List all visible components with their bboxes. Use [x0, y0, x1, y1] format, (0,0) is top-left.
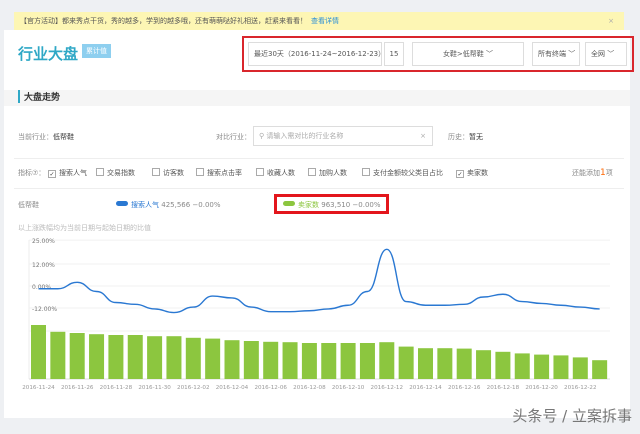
bar [534, 354, 550, 379]
bar [31, 325, 46, 379]
bar [301, 343, 317, 379]
bar [592, 360, 608, 379]
x-tick-label: 2016-11-28 [100, 385, 133, 391]
x-tick-label: 2016-11-26 [61, 385, 94, 391]
bar [89, 334, 105, 379]
search-popularity-line [38, 248, 600, 314]
bar [282, 342, 298, 379]
x-tick-label: 2016-12-20 [525, 385, 558, 391]
x-tick-label: 2016-12-02 [177, 385, 210, 391]
x-tick-label: 2016-11-30 [138, 385, 171, 391]
y-tick-label: 12.00% [32, 262, 55, 269]
bar [553, 355, 569, 379]
x-tick-label: 2016-12-10 [332, 385, 365, 391]
x-tick-label: 2016-12-22 [564, 385, 597, 391]
x-tick-label: 2016-12-04 [216, 385, 249, 391]
bar [166, 336, 182, 379]
bar [321, 343, 337, 379]
y-tick-label: 25.00% [32, 238, 55, 245]
y-tick-label: 0.00% [32, 284, 51, 291]
bar [437, 348, 453, 379]
x-tick-label: 2016-12-16 [448, 385, 481, 391]
bar [127, 335, 143, 379]
bar [340, 343, 356, 379]
bar [456, 348, 472, 379]
bar [398, 346, 414, 379]
bar [359, 343, 375, 379]
bar [418, 348, 433, 379]
bar [147, 336, 163, 379]
trend-chart: 25.00% 12.00% 0.00% -12.00% 2016-11-24 2016-1… [22, 238, 610, 391]
bar [495, 351, 511, 379]
y-tick-label: -12.00% [32, 306, 57, 313]
bar [476, 350, 492, 379]
x-tick-label: 2016-11-24 [22, 385, 55, 391]
x-tick-label: 2016-12-14 [409, 385, 442, 391]
bar [205, 338, 221, 379]
bar [572, 357, 588, 379]
x-tick-label: 2016-12-18 [487, 385, 520, 391]
x-tick-label: 2016-12-12 [371, 385, 404, 391]
x-tick-label: 2016-12-08 [293, 385, 326, 391]
bar [69, 333, 85, 379]
bar [379, 342, 395, 379]
bar [185, 337, 201, 379]
bar [263, 341, 279, 379]
watermark: 头条号 / 立案拆事 [512, 407, 632, 425]
x-tick-label: 2016-12-06 [254, 385, 287, 391]
bar [108, 335, 124, 379]
bar [50, 331, 66, 379]
bar [514, 353, 530, 379]
bar [224, 340, 240, 379]
bar [243, 341, 259, 379]
